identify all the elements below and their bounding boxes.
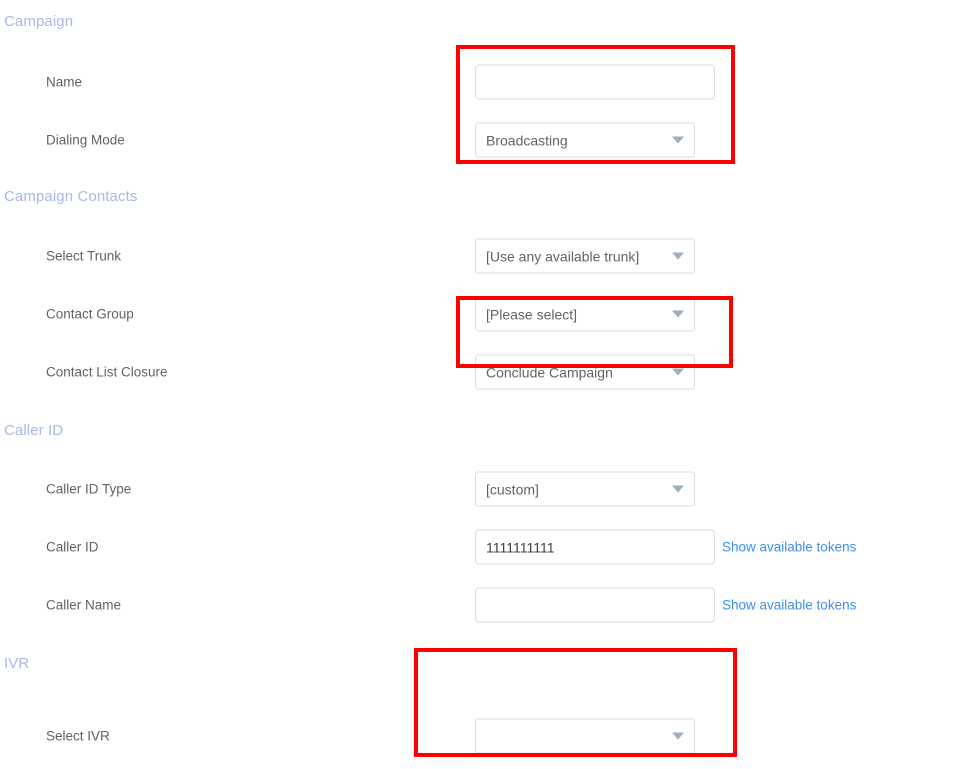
field-row-contact-group: Contact Group [Please select] — [0, 294, 970, 334]
section-header-campaign: Campaign — [4, 13, 74, 30]
label-caller-id-type: Caller ID Type — [46, 481, 132, 497]
label-caller-name: Caller Name — [46, 597, 122, 613]
dialing-mode-select[interactable]: Broadcasting — [475, 122, 695, 158]
caller-id-show-tokens-link[interactable]: Show available tokens — [722, 540, 856, 555]
name-input[interactable] — [475, 64, 715, 100]
campaign-form-page: Campaign Name Dialing Mode Broadcasting … — [0, 0, 970, 769]
label-select-ivr: Select IVR — [46, 728, 110, 744]
label-select-trunk: Select Trunk — [46, 248, 122, 264]
section-header-campaign-contacts: Campaign Contacts — [4, 188, 138, 205]
label-contact-list-closure: Contact List Closure — [46, 364, 168, 380]
caller-id-type-select[interactable]: [custom] — [475, 471, 695, 507]
field-row-select-trunk: Select Trunk [Use any available trunk] — [0, 236, 970, 276]
caller-id-type-value: [custom] — [486, 481, 539, 497]
field-row-caller-id: Caller ID Show available tokens — [0, 527, 970, 567]
field-row-contact-list-closure: Contact List Closure Conclude Campaign — [0, 352, 970, 392]
field-row-dialing-mode: Dialing Mode Broadcasting — [0, 120, 970, 160]
contact-list-closure-select[interactable]: Conclude Campaign — [475, 354, 695, 390]
label-caller-id: Caller ID — [46, 539, 99, 555]
chevron-down-icon — [672, 732, 684, 740]
caller-id-input[interactable] — [475, 529, 715, 565]
caller-name-input[interactable] — [475, 587, 715, 623]
contact-list-closure-value: Conclude Campaign — [486, 364, 613, 380]
chevron-down-icon — [672, 310, 684, 318]
select-ivr-select[interactable] — [475, 718, 695, 754]
label-contact-group: Contact Group — [46, 306, 134, 322]
section-header-caller-id: Caller ID — [4, 422, 64, 439]
contact-group-value: [Please select] — [486, 306, 578, 322]
field-row-caller-name: Caller Name Show available tokens — [0, 585, 970, 625]
contact-group-select[interactable]: [Please select] — [475, 296, 695, 332]
chevron-down-icon — [672, 136, 684, 144]
section-header-ivr: IVR — [4, 655, 30, 672]
caller-name-show-tokens-link[interactable]: Show available tokens — [722, 598, 856, 613]
select-trunk-select[interactable]: [Use any available trunk] — [475, 238, 695, 274]
field-row-caller-id-type: Caller ID Type [custom] — [0, 469, 970, 509]
chevron-down-icon — [672, 252, 684, 260]
label-dialing-mode: Dialing Mode — [46, 132, 125, 148]
dialing-mode-value: Broadcasting — [486, 132, 568, 148]
field-row-name: Name — [0, 62, 970, 102]
chevron-down-icon — [672, 485, 684, 493]
field-row-select-ivr: Select IVR — [0, 716, 970, 756]
label-name: Name — [46, 74, 83, 90]
select-trunk-value: [Use any available trunk] — [486, 248, 640, 264]
chevron-down-icon — [672, 368, 684, 376]
